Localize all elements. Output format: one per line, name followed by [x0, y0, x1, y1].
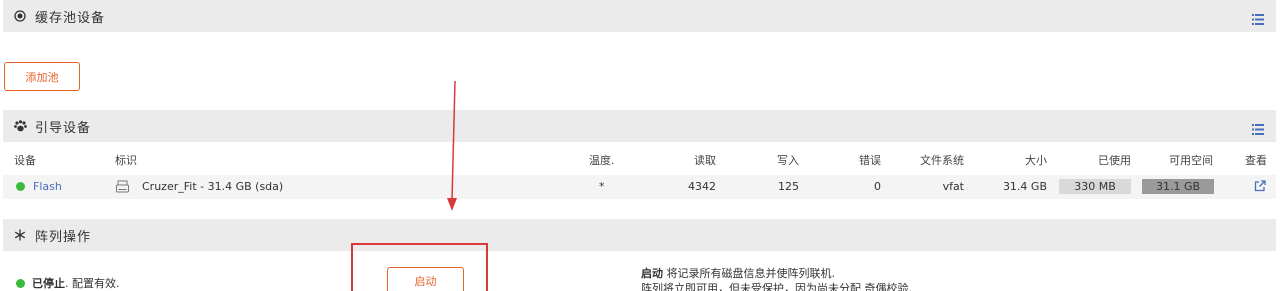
- device-identification: Cruzer_Fit - 31.4 GB (sda): [142, 180, 284, 193]
- writes-value: 125: [778, 180, 799, 193]
- status-label: 已停止: [32, 277, 65, 290]
- col-size: 大小: [1025, 154, 1047, 167]
- array-operation-header: 阵列操作: [3, 219, 1276, 251]
- target-icon: [13, 9, 27, 23]
- section-title: 阵列操作: [35, 229, 92, 245]
- filesystem-value: vfat: [942, 180, 964, 193]
- array-description: 启动 将记录所有磁盘信息并使阵列联机. 阵列将立即可用，但未受保护，因为尚未分配…: [641, 266, 912, 291]
- desc-line1: 将记录所有磁盘信息并使阵列联机.: [663, 267, 835, 280]
- free-bar: 31.1 GB: [1142, 179, 1214, 194]
- temp-value: *: [599, 180, 605, 193]
- list-icon[interactable]: [1252, 10, 1264, 25]
- errors-value: 0: [874, 180, 881, 193]
- section-title: 缓存池设备: [35, 10, 106, 26]
- paw-icon: [13, 119, 27, 133]
- array-status: 已停止 . 配置有效.: [16, 275, 120, 291]
- table-row: Flash Cruzer_Fit - 31.4 GB (sda) * 4342 …: [3, 175, 1276, 199]
- snowflake-icon: [13, 228, 27, 242]
- device-link-flash[interactable]: Flash: [33, 180, 62, 193]
- col-used: 已使用: [1098, 154, 1131, 167]
- col-free: 可用空间: [1169, 154, 1213, 167]
- size-value: 31.4 GB: [1002, 180, 1047, 193]
- used-bar: 330 MB: [1059, 179, 1131, 194]
- col-reads: 读取: [694, 154, 716, 167]
- status-dot: [16, 182, 25, 191]
- desc-line2: 阵列将立即可用，但未受保护，因为尚未分配 奇偶校验.: [641, 282, 912, 291]
- col-writes: 写入: [777, 154, 799, 167]
- add-pool-button[interactable]: 添加池: [4, 62, 80, 91]
- col-device: 设备: [14, 154, 36, 167]
- drive-icon: [116, 180, 129, 196]
- col-view: 查看: [1245, 154, 1267, 167]
- status-dot: [16, 278, 25, 288]
- annotation-arrow: [447, 80, 457, 211]
- col-filesystem: 文件系统: [920, 154, 964, 167]
- section-title: 引导设备: [35, 120, 92, 136]
- status-suffix: . 配置有效.: [65, 277, 120, 290]
- external-link-icon[interactable]: [1254, 180, 1266, 195]
- col-errors: 错误: [859, 154, 881, 167]
- desc-bold: 启动: [641, 267, 663, 280]
- start-array-button[interactable]: 启动: [387, 267, 464, 291]
- col-temp: 温度.: [589, 154, 615, 167]
- boot-table-header: 设备 标识 温度. 读取 写入 错误 文件系统 大小 已使用 可用空间 查看: [3, 148, 1276, 170]
- reads-value: 4342: [688, 180, 716, 193]
- cache-pool-header: 缓存池设备: [3, 0, 1276, 32]
- col-identification: 标识: [115, 154, 137, 167]
- list-icon[interactable]: [1252, 120, 1264, 135]
- boot-device-header: 引导设备: [3, 110, 1276, 142]
